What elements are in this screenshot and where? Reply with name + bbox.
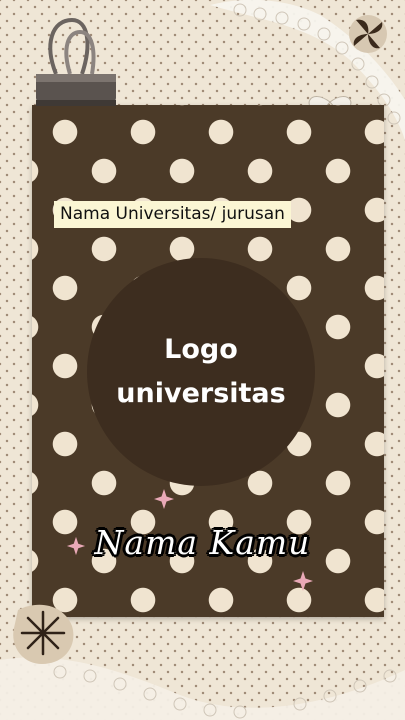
poster: Nama Universitas/ jurusan Logo universit… (0, 0, 405, 720)
star-icon (293, 571, 313, 591)
sun-stamp-icon (13, 604, 74, 664)
star-icon (154, 489, 174, 509)
name-text: Nama Kamu (94, 523, 311, 562)
logo-line-1: Logo (164, 334, 238, 365)
logo-placeholder-circle: Logo universitas (87, 258, 315, 486)
logo-line-2: universitas (116, 378, 286, 409)
binder-clip-icon (36, 17, 116, 106)
logo-text: Logo universitas (96, 328, 306, 416)
dark-heart-flower-icon (349, 15, 387, 53)
university-label: Nama Universitas/ jurusan (54, 201, 291, 228)
